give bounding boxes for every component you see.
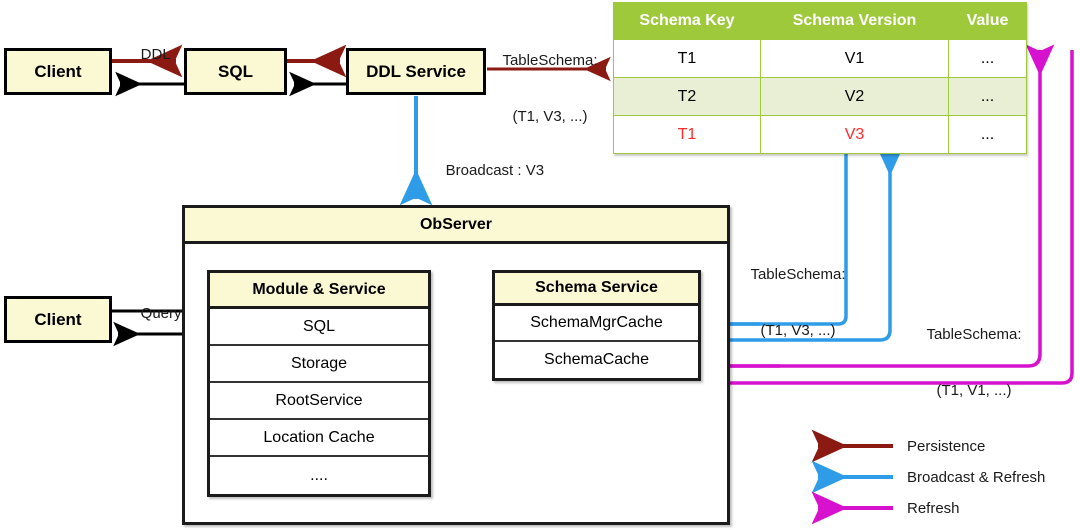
schema-service-title-label: Schema Service <box>535 279 658 296</box>
table-row: T2 V2 ... <box>613 77 1027 116</box>
module-row-label: .... <box>310 466 328 484</box>
module-row-storage[interactable]: Storage <box>210 346 428 383</box>
value-cell: ... <box>948 77 1027 116</box>
edge-label-query: Query <box>124 286 182 342</box>
schema-service-title: Schema Service <box>495 273 698 306</box>
value-cell: ... <box>948 115 1027 154</box>
node-sql-top[interactable]: SQL <box>184 48 287 95</box>
edge-label-tableschema-v3-top: TableSchema: (T1, V3, ...) <box>489 14 611 164</box>
schema-table-header-cell: Schema Key <box>613 2 761 40</box>
node-ddl-service-label: DDL Service <box>366 61 466 81</box>
schema-row-label: SchemaMgrCache <box>530 314 663 331</box>
edge-label-tableschema-v3-mid: TableSchema: (T1, V3, ...) <box>736 228 860 378</box>
edge-label-line1: TableSchema: <box>502 51 598 69</box>
schema-row-schemamgrcache[interactable]: SchemaMgrCache <box>495 306 698 342</box>
module-row-label: SQL <box>302 317 335 335</box>
edge-label-line1: TableSchema: <box>926 325 1022 343</box>
edge-label-broadcast-text: Broadcast : V3 <box>445 161 545 179</box>
container-schema-service: Schema Service SchemaMgrCache SchemaCach… <box>492 270 701 381</box>
module-service-title-label: Module & Service <box>252 280 386 298</box>
legend-item-persistence: Persistence <box>907 438 985 455</box>
node-client-bottom[interactable]: Client <box>4 296 112 343</box>
edge-label-line2: (T1, V3, ...) <box>512 107 588 125</box>
schema-row-label: SchemaCache <box>544 351 649 368</box>
schema-version-cell: V2 <box>760 77 949 116</box>
node-client-top-label: Client <box>34 61 82 81</box>
schema-table-header-cell: Value <box>948 2 1027 40</box>
schema-table-header-row: Schema Key Schema Version Value <box>613 2 1027 40</box>
legend-item-refresh: Refresh <box>907 500 960 517</box>
table-row-highlighted: T1 V3 ... <box>613 115 1027 154</box>
schema-version-cell: V1 <box>760 39 949 78</box>
module-row-sql[interactable]: SQL <box>210 309 428 346</box>
schema-key-cell: T2 <box>613 77 761 116</box>
module-row-label: RootService <box>275 391 363 409</box>
schema-key-cell: T1 <box>613 115 761 154</box>
schema-version-cell: V3 <box>760 115 949 154</box>
node-ddl-service[interactable]: DDL Service <box>346 48 486 95</box>
module-row-more[interactable]: .... <box>210 457 428 494</box>
edge-label-ddl-text: DDL <box>140 45 171 63</box>
schema-row-schemacache[interactable]: SchemaCache <box>495 342 698 378</box>
observer-title: ObServer <box>185 208 727 244</box>
edge-label-tableschema-v1: TableSchema: (T1, V1, ...) <box>912 288 1036 438</box>
module-row-label: Location Cache <box>263 428 375 446</box>
schema-table-header-cell: Schema Version <box>760 2 949 40</box>
container-module-service: Module & Service SQL Storage RootService… <box>207 270 431 497</box>
schema-table: Schema Key Schema Version Value T1 V1 ..… <box>613 2 1027 154</box>
legend-label-text: Refresh <box>907 500 960 517</box>
node-client-bottom-label: Client <box>34 309 82 329</box>
edge-label-line1: TableSchema: <box>750 265 846 283</box>
node-sql-top-label: SQL <box>218 61 253 81</box>
observer-title-label: ObServer <box>419 215 493 233</box>
edge-label-query-text: Query <box>140 304 182 322</box>
edge-label-line2: (T1, V3, ...) <box>760 321 836 339</box>
schema-key-cell: T1 <box>613 39 761 78</box>
legend-label-text: Broadcast & Refresh <box>907 469 1046 486</box>
edge-label-line2: (T1, V1, ...) <box>936 381 1012 399</box>
edge-label-ddl: DDL <box>124 27 171 83</box>
legend-item-broadcast-refresh: Broadcast & Refresh <box>907 469 1045 486</box>
table-row: T1 V1 ... <box>613 39 1027 78</box>
module-row-label: Storage <box>290 354 348 372</box>
module-service-title: Module & Service <box>210 273 428 309</box>
module-row-rootservice[interactable]: RootService <box>210 383 428 420</box>
node-client-top[interactable]: Client <box>4 48 112 95</box>
value-cell: ... <box>948 39 1027 78</box>
diagram-canvas: Client SQL DDL Service Schema Key Schema… <box>0 0 1080 530</box>
edge-label-broadcast-v3: Broadcast : V3 <box>429 143 544 199</box>
module-row-location-cache[interactable]: Location Cache <box>210 420 428 457</box>
legend-label-text: Persistence <box>907 438 986 455</box>
